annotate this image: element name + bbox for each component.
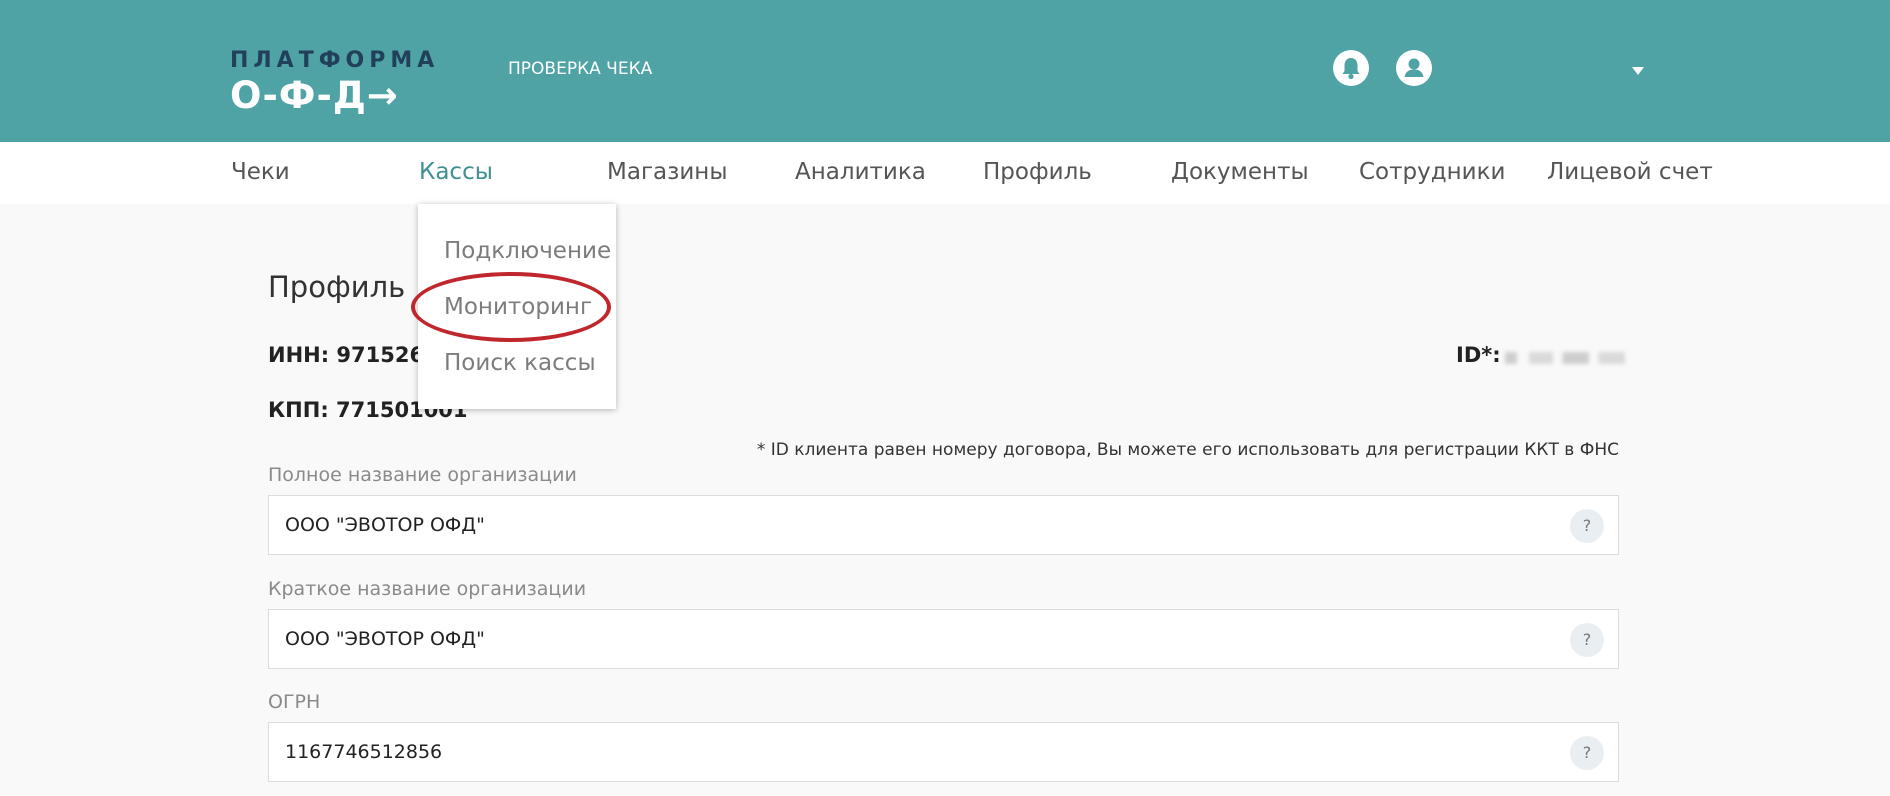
page-title: Профиль [268,270,406,304]
top-header: ПЛАТФОРМА О-Ф-Д→ ПРОВЕРКА ЧЕКА [0,0,1890,142]
short-name-field[interactable]: ООО "ЭВОТОР ОФД" ? [268,609,1619,669]
user-phone[interactable] [1458,60,1608,76]
ogrn-field[interactable]: 1167746512856 ? [268,722,1619,782]
short-name-label: Краткое название организации [268,578,587,600]
nav-item-cash-registers[interactable]: Кассы [419,158,493,186]
user-menu-button[interactable] [1396,50,1432,86]
full-name-label: Полное название организации [268,464,577,486]
logo-top-text: ПЛАТФОРМА [230,48,440,73]
platform-ofd-logo[interactable]: ПЛАТФОРМА О-Ф-Д→ [230,50,439,118]
main-nav: Чеки Кассы Магазины Аналитика Профиль До… [0,142,1890,204]
bell-icon [1342,58,1360,80]
client-id-note: * ID клиента равен номеру договора, Вы м… [756,440,1619,460]
cash-registers-dropdown: Подключение Мониторинг Поиск кассы [418,204,616,409]
nav-item-analytics[interactable]: Аналитика [795,158,926,186]
nav-item-documents[interactable]: Документы [1171,158,1309,186]
nav-item-profile[interactable]: Профиль [983,158,1092,186]
nav-item-personal-account[interactable]: Лицевой счет [1547,158,1713,186]
dropdown-item-find-register[interactable]: Поиск кассы [444,349,596,377]
nav-item-employees[interactable]: Сотрудники [1359,158,1505,186]
id-label: ID*: [1456,343,1501,367]
caret-down-icon[interactable] [1632,67,1644,75]
short-name-value: ООО "ЭВОТОР ОФД" [285,628,485,650]
nav-item-stores[interactable]: Магазины [607,158,728,186]
full-name-field[interactable]: ООО "ЭВОТОР ОФД" ? [268,495,1619,555]
check-receipt-link[interactable]: ПРОВЕРКА ЧЕКА [508,58,652,80]
client-id: ID*: [1456,343,1625,369]
ogrn-label: ОГРН [268,691,321,713]
help-icon[interactable]: ? [1570,736,1604,770]
help-icon[interactable]: ? [1570,623,1604,657]
inn-value: ИНН: 9715260 [268,343,439,367]
nav-item-checks[interactable]: Чеки [231,158,290,186]
user-icon [1404,58,1424,77]
logo-bottom-text: О-Ф-Д→ [230,74,399,117]
help-icon[interactable]: ? [1570,509,1604,543]
full-name-value: ООО "ЭВОТОР ОФД" [285,514,485,536]
id-value [1504,351,1625,364]
notifications-button[interactable] [1333,50,1369,86]
ogrn-value: 1167746512856 [285,741,443,763]
dropdown-item-connection[interactable]: Подключение [444,237,611,265]
dropdown-item-monitoring[interactable]: Мониторинг [444,293,592,321]
